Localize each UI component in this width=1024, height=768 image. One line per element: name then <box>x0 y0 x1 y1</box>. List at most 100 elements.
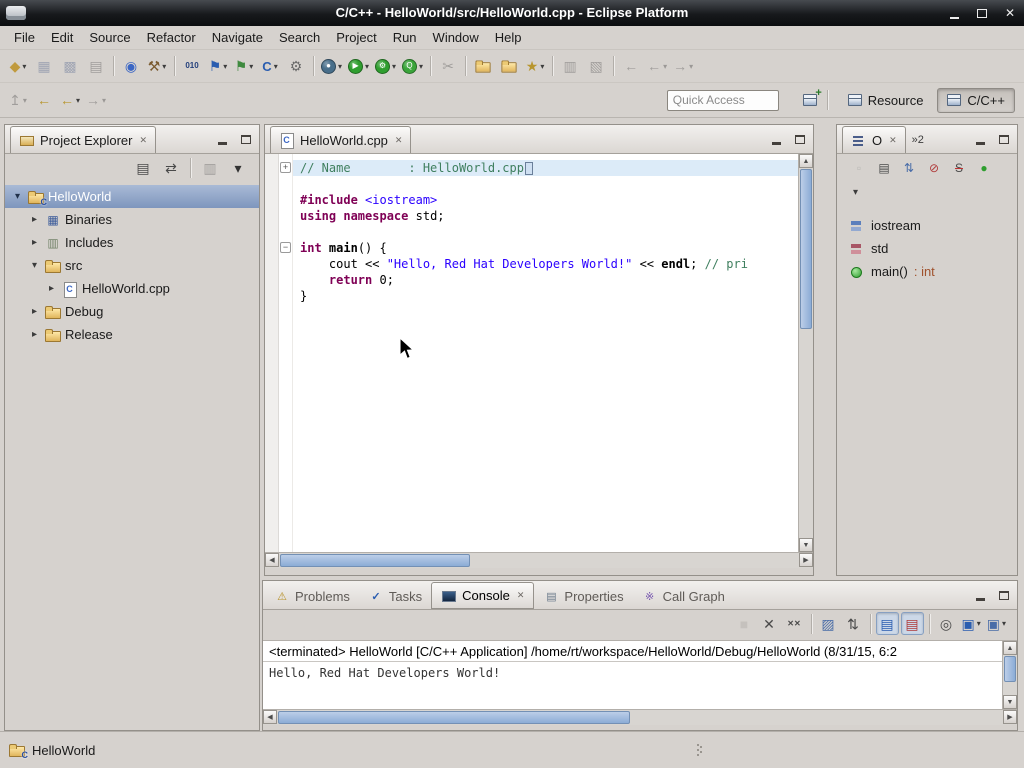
forward-dropdown[interactable]: ▾ <box>689 62 693 71</box>
new-wizard-dropdown[interactable]: ▾ <box>22 62 26 71</box>
hide-static-button[interactable]: S <box>948 157 970 179</box>
maximize-button[interactable] <box>972 3 992 23</box>
open-console-dropdown[interactable]: ▾ <box>1002 619 1006 628</box>
scroll-right-icon[interactable]: ▶ <box>1003 710 1017 724</box>
back-button[interactable]: ←▾ <box>58 88 82 112</box>
new-cpp-project-button[interactable]: ◉ <box>119 54 143 78</box>
external-tools-dropdown[interactable]: ▾ <box>392 62 396 71</box>
search-dropdown[interactable]: ▾ <box>540 62 544 71</box>
code-line[interactable] <box>293 224 798 240</box>
code-line[interactable]: int main() { <box>293 240 798 256</box>
expand-arrow-icon[interactable]: ▸ <box>28 237 41 248</box>
run-toggle-button[interactable]: ⚑▾ <box>232 54 256 78</box>
minimize-view-button[interactable] <box>972 131 989 148</box>
scroll-left-icon[interactable]: ◀ <box>265 553 279 567</box>
code-area[interactable]: // Name : HelloWorld.cpp#include <iostre… <box>293 154 798 552</box>
scrollbar-thumb[interactable] <box>1004 656 1016 682</box>
menu-help[interactable]: Help <box>487 28 530 47</box>
remove-launch-button[interactable]: ✕ <box>758 612 781 635</box>
make-targets-button[interactable]: ⚙ <box>284 54 308 78</box>
close-icon[interactable]: ✕ <box>517 590 525 601</box>
debug-toggle-button[interactable]: ⚑▾ <box>206 54 230 78</box>
hide-fields-button[interactable]: ⊘ <box>923 157 945 179</box>
tab-console[interactable]: Console✕ <box>431 582 534 609</box>
show-console-stdout-button[interactable]: ▤ <box>876 612 899 635</box>
tree-item-includes[interactable]: ▸Includes <box>5 231 259 254</box>
scroll-down-icon[interactable]: ▼ <box>799 538 813 552</box>
close-icon[interactable]: ✕ <box>889 135 897 146</box>
code-line[interactable]: return 0; <box>293 272 798 288</box>
console-vscrollbar[interactable]: ▲ ▼ <box>1002 641 1017 709</box>
search-button[interactable]: ★▾ <box>523 54 547 78</box>
more-views-button[interactable]: »2 <box>912 134 924 146</box>
run-toggle-dropdown[interactable]: ▾ <box>249 62 253 71</box>
q-launch-button[interactable]: Q▾ <box>400 54 425 78</box>
build-active-config-dropdown[interactable]: ▾ <box>274 62 278 71</box>
scroll-lock-button[interactable]: ⇅ <box>842 612 865 635</box>
menu-search[interactable]: Search <box>271 28 328 47</box>
link-with-editor-button[interactable]: ● <box>973 157 995 179</box>
minimize-view-button[interactable] <box>214 131 231 148</box>
annotation-ruler[interactable] <box>265 154 279 552</box>
code-line[interactable]: #include <iostream> <box>293 192 798 208</box>
editor-vscrollbar[interactable]: ▲ ▼ <box>798 154 813 552</box>
debug-dropdown[interactable]: ▾ <box>338 62 342 71</box>
tree-item-helloworld-cpp[interactable]: ▸HelloWorld.cpp <box>5 277 259 300</box>
maximize-view-button[interactable] <box>995 587 1012 604</box>
build-all-dropdown[interactable]: ▾ <box>162 62 166 71</box>
minimize-button[interactable] <box>944 3 964 23</box>
scroll-right-icon[interactable]: ▶ <box>799 553 813 567</box>
collapse-all-button[interactable]: ▤ <box>131 156 155 180</box>
menu-project[interactable]: Project <box>328 28 384 47</box>
fold-minus-icon[interactable]: − <box>280 242 291 253</box>
tab-outline[interactable]: O ✕ <box>842 126 906 153</box>
tab-properties[interactable]: Properties <box>534 583 632 609</box>
expand-arrow-icon[interactable]: ▸ <box>28 214 41 225</box>
close-button[interactable]: ✕ <box>1000 3 1020 23</box>
minimize-view-button[interactable] <box>768 131 785 148</box>
expand-arrow-icon[interactable]: ▾ <box>11 191 24 202</box>
quick-access-input[interactable] <box>667 90 779 111</box>
scroll-down-icon[interactable]: ▼ <box>1003 695 1017 709</box>
outline-view-menu[interactable]: ▾ <box>853 187 858 198</box>
pin-console-button[interactable]: ◎ <box>935 612 958 635</box>
run-dropdown[interactable]: ▾ <box>365 62 369 71</box>
open-project-button[interactable] <box>497 54 521 78</box>
tree-item-debug[interactable]: ▸Debug <box>5 300 259 323</box>
expand-arrow-icon[interactable]: ▾ <box>28 260 41 271</box>
binary-console-button[interactable]: 010 <box>180 54 204 78</box>
outline-item-iostream[interactable]: iostream <box>837 214 1017 237</box>
clear-console-button[interactable]: ▨ <box>817 612 840 635</box>
open-perspective-button[interactable] <box>798 88 822 112</box>
perspective-c-c[interactable]: C/C++ <box>937 88 1015 113</box>
q-launch-dropdown[interactable]: ▾ <box>419 62 423 71</box>
tree-item-src[interactable]: ▾src <box>5 254 259 277</box>
view-menu-button[interactable]: ▾ <box>226 156 250 180</box>
tree-item-binaries[interactable]: ▸Binaries <box>5 208 259 231</box>
menu-edit[interactable]: Edit <box>43 28 81 47</box>
open-resource-button[interactable] <box>471 54 495 78</box>
sort-button[interactable]: ⇅ <box>898 157 920 179</box>
menu-navigate[interactable]: Navigate <box>204 28 271 47</box>
tree-item-helloworld[interactable]: ▾CHelloWorld <box>5 185 259 208</box>
display-selected-console-button[interactable]: ▣▾ <box>960 612 983 635</box>
tab-helloworld-cpp[interactable]: HelloWorld.cpp ✕ <box>270 126 411 153</box>
maximize-view-button[interactable] <box>237 131 254 148</box>
console-content[interactable]: <terminated> HelloWorld [C/C++ Applicati… <box>263 640 1017 709</box>
run-button[interactable]: ▶▾ <box>346 54 371 78</box>
scrollbar-thumb[interactable] <box>280 554 470 567</box>
collapse-all-button[interactable]: ▤ <box>873 157 895 179</box>
link-with-editor-button[interactable]: ⇄ <box>159 156 183 180</box>
scroll-left-icon[interactable]: ◀ <box>263 710 277 724</box>
console-hscrollbar[interactable]: ◀ ▶ <box>263 709 1017 725</box>
fold-margin[interactable]: +− <box>279 154 293 552</box>
menu-run[interactable]: Run <box>385 28 425 47</box>
show-console-stderr-button[interactable]: ▤ <box>901 612 924 635</box>
pin-editor-dropdown[interactable]: ▾ <box>23 96 27 105</box>
scrollbar-thumb[interactable] <box>800 169 812 329</box>
debug-button[interactable]: ●▾ <box>319 54 344 78</box>
menu-source[interactable]: Source <box>81 28 138 47</box>
scrollbar-thumb[interactable] <box>278 711 630 724</box>
display-selected-console-dropdown[interactable]: ▾ <box>977 619 981 628</box>
editor-hscrollbar[interactable]: ◀ ▶ <box>265 552 813 568</box>
